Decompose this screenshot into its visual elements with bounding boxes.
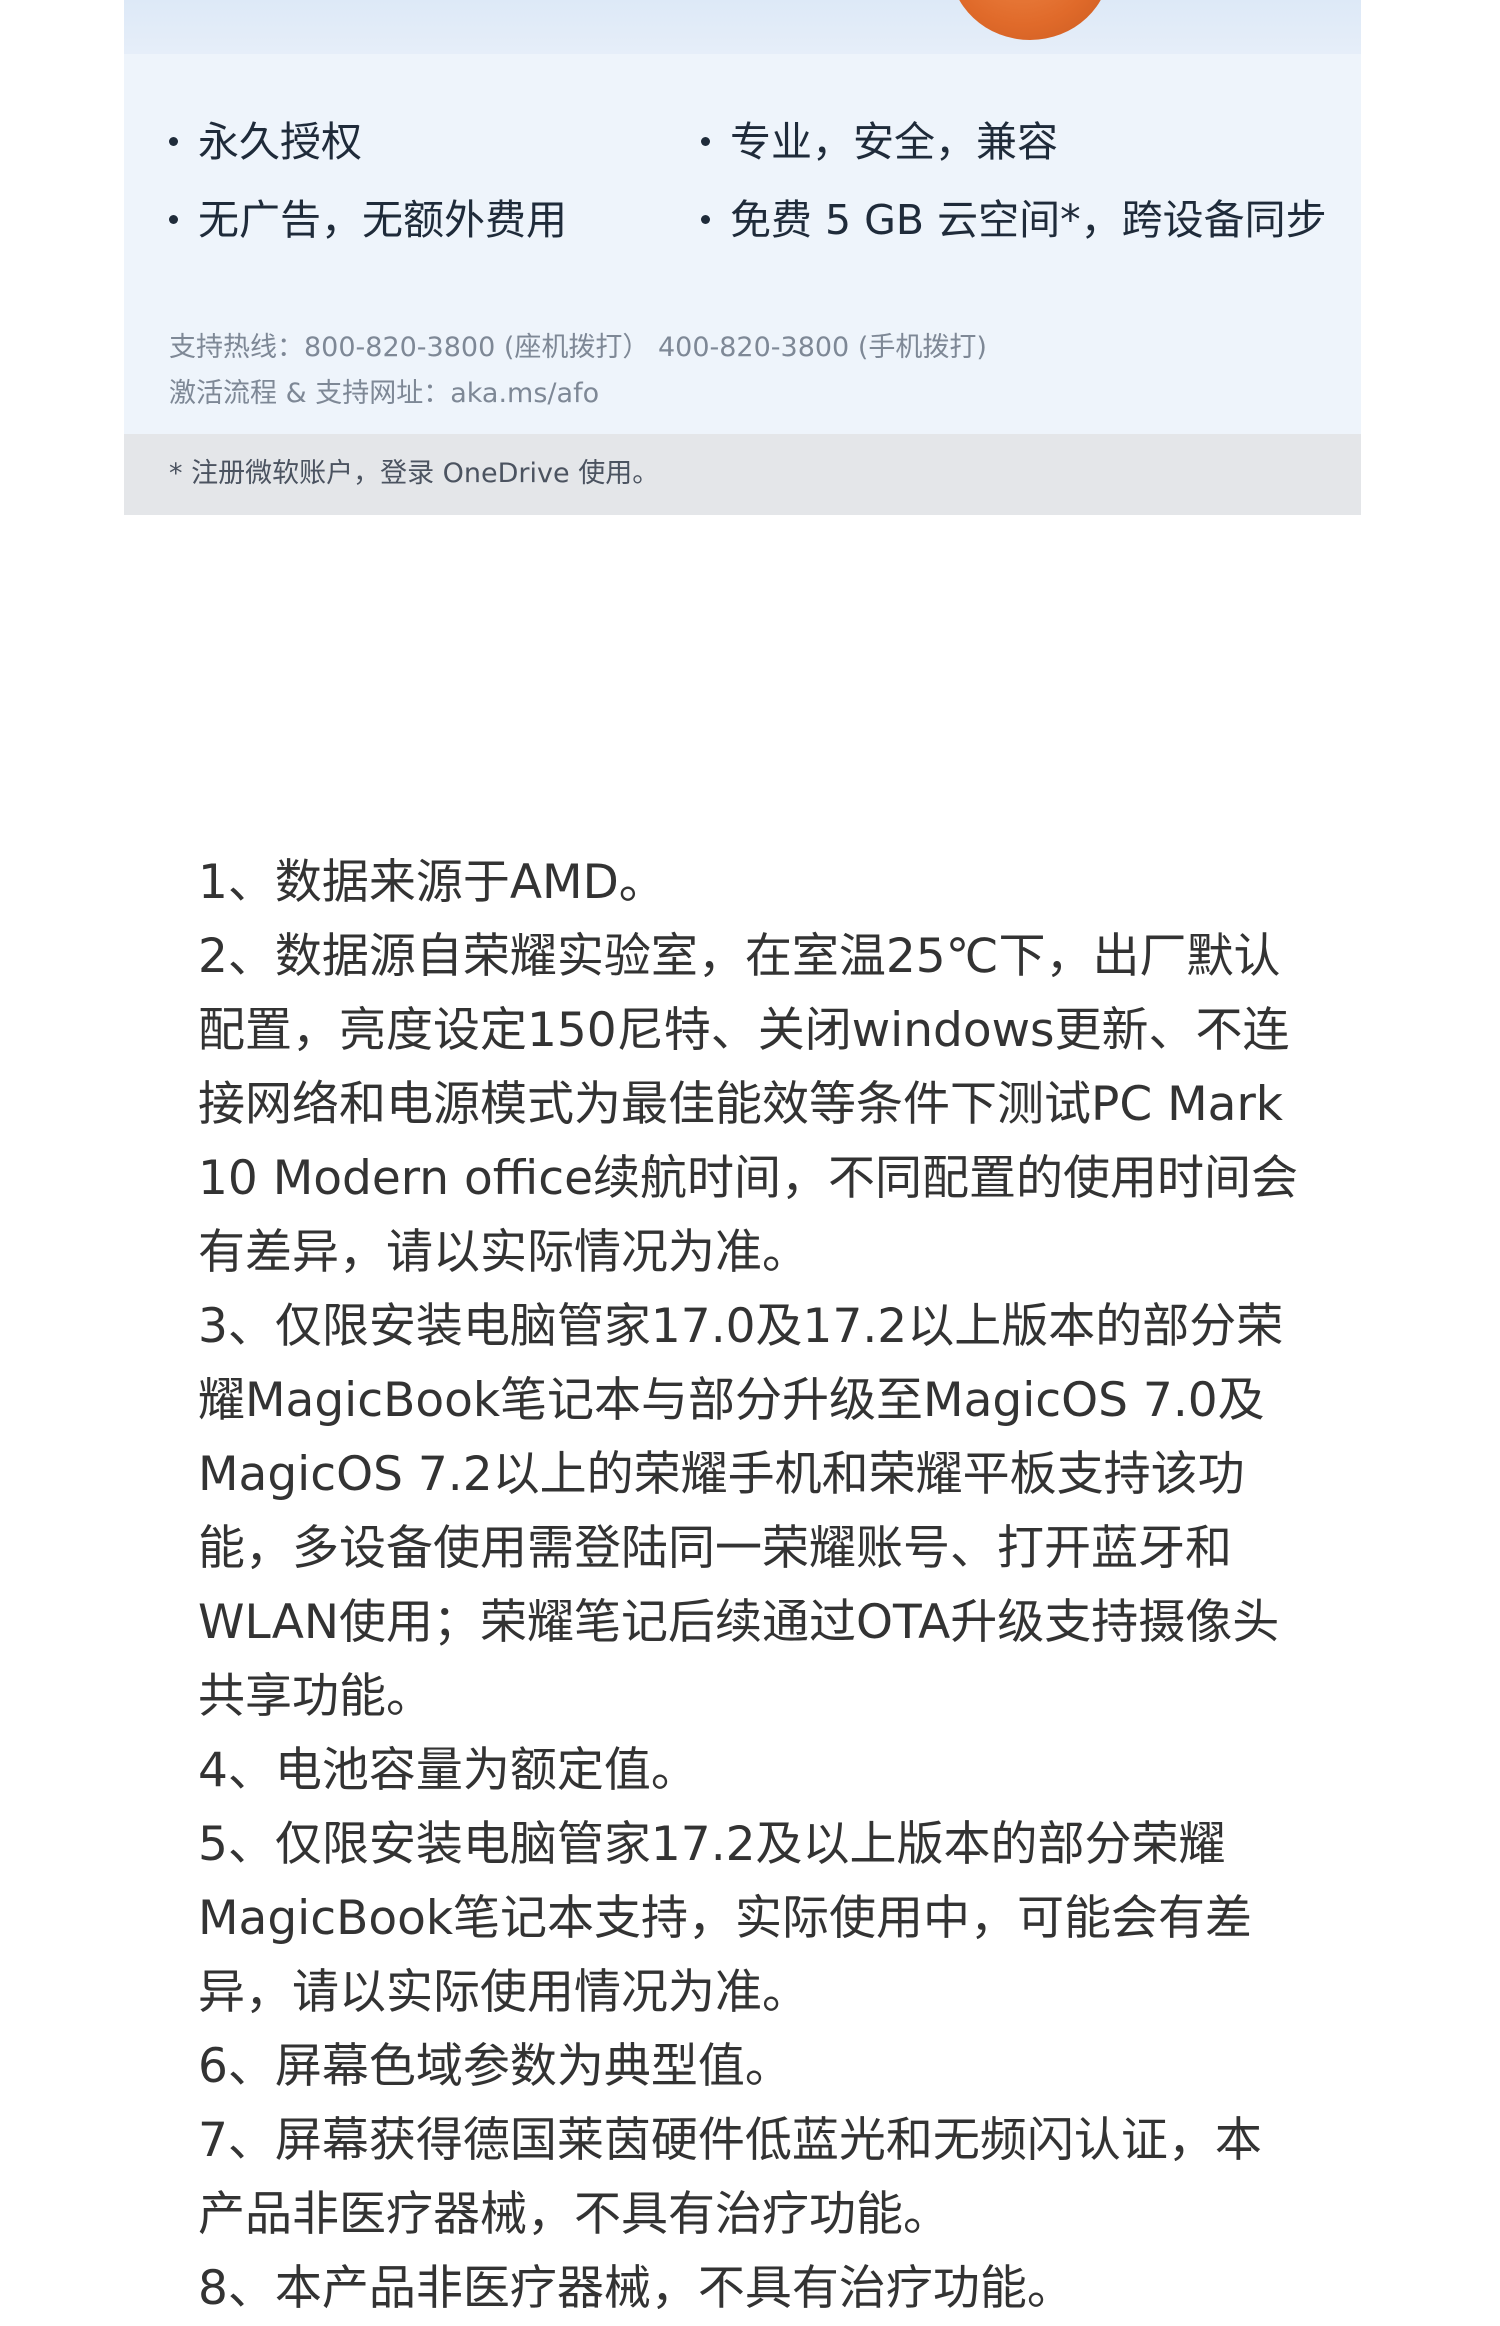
card-footnote-bar: * 注册微软账户，登录 OneDrive 使用。: [124, 434, 1361, 515]
note-item: 8、本产品非医疗器械，不具有治疗功能。: [198, 2261, 1074, 2316]
bullet-icon: [701, 136, 710, 146]
feature-item: 免费 5 GB 云空间*，跨设备同步: [701, 200, 1327, 241]
note-item: 6、屏幕色域参数为典型值。: [198, 2039, 792, 2094]
note-item: 3、仅限安装电脑管家17.0及17.2以上版本的部分荣耀MagicBook笔记本…: [198, 1299, 1284, 1724]
feature-label: 无广告，无额外费用: [198, 196, 567, 244]
bullet-icon: [701, 214, 710, 224]
feature-label: 免费 5 GB 云空间*，跨设备同步: [730, 196, 1327, 244]
card-banner-strip: [124, 0, 1361, 54]
support-website: 激活流程 & 支持网址：aka.ms/afo: [169, 378, 600, 409]
bullet-icon: [169, 214, 178, 224]
disclaimer-notes-list: 1、数据来源于AMD。 2、数据源自荣耀实验室，在室温25℃下，出厂默认配置，亮…: [198, 846, 1308, 2326]
note-item: 7、屏幕获得德国莱茵硬件低蓝光和无频闪认证，本产品非医疗器械，不具有治疗功能。: [198, 2113, 1262, 2242]
bullet-icon: [169, 136, 178, 146]
feature-item: 永久授权: [169, 122, 362, 163]
support-hotline: 支持热线：800-820-3800 (座机拨打） 400-820-3800 (手…: [169, 332, 987, 363]
note-item: 1、数据来源于AMD。: [198, 855, 666, 910]
feature-label: 永久授权: [198, 118, 362, 166]
note-item: 4、电池容量为额定值。: [198, 1743, 698, 1798]
note-item: 2、数据源自荣耀实验室，在室温25℃下，出厂默认配置，亮度设定150尼特、关闭w…: [198, 929, 1298, 1280]
footnote-text: * 注册微软账户，登录 OneDrive 使用。: [169, 458, 660, 489]
note-item: 5、仅限安装电脑管家17.2及以上版本的部分荣耀MagicBook笔记本支持，实…: [198, 1817, 1253, 2020]
feature-label: 专业，安全，兼容: [730, 118, 1058, 166]
feature-item: 无广告，无额外费用: [169, 200, 567, 241]
office-license-card: 永久授权 专业，安全，兼容 无广告，无额外费用 免费 5 GB 云空间*，跨设备…: [124, 0, 1361, 515]
feature-item: 专业，安全，兼容: [701, 122, 1058, 163]
